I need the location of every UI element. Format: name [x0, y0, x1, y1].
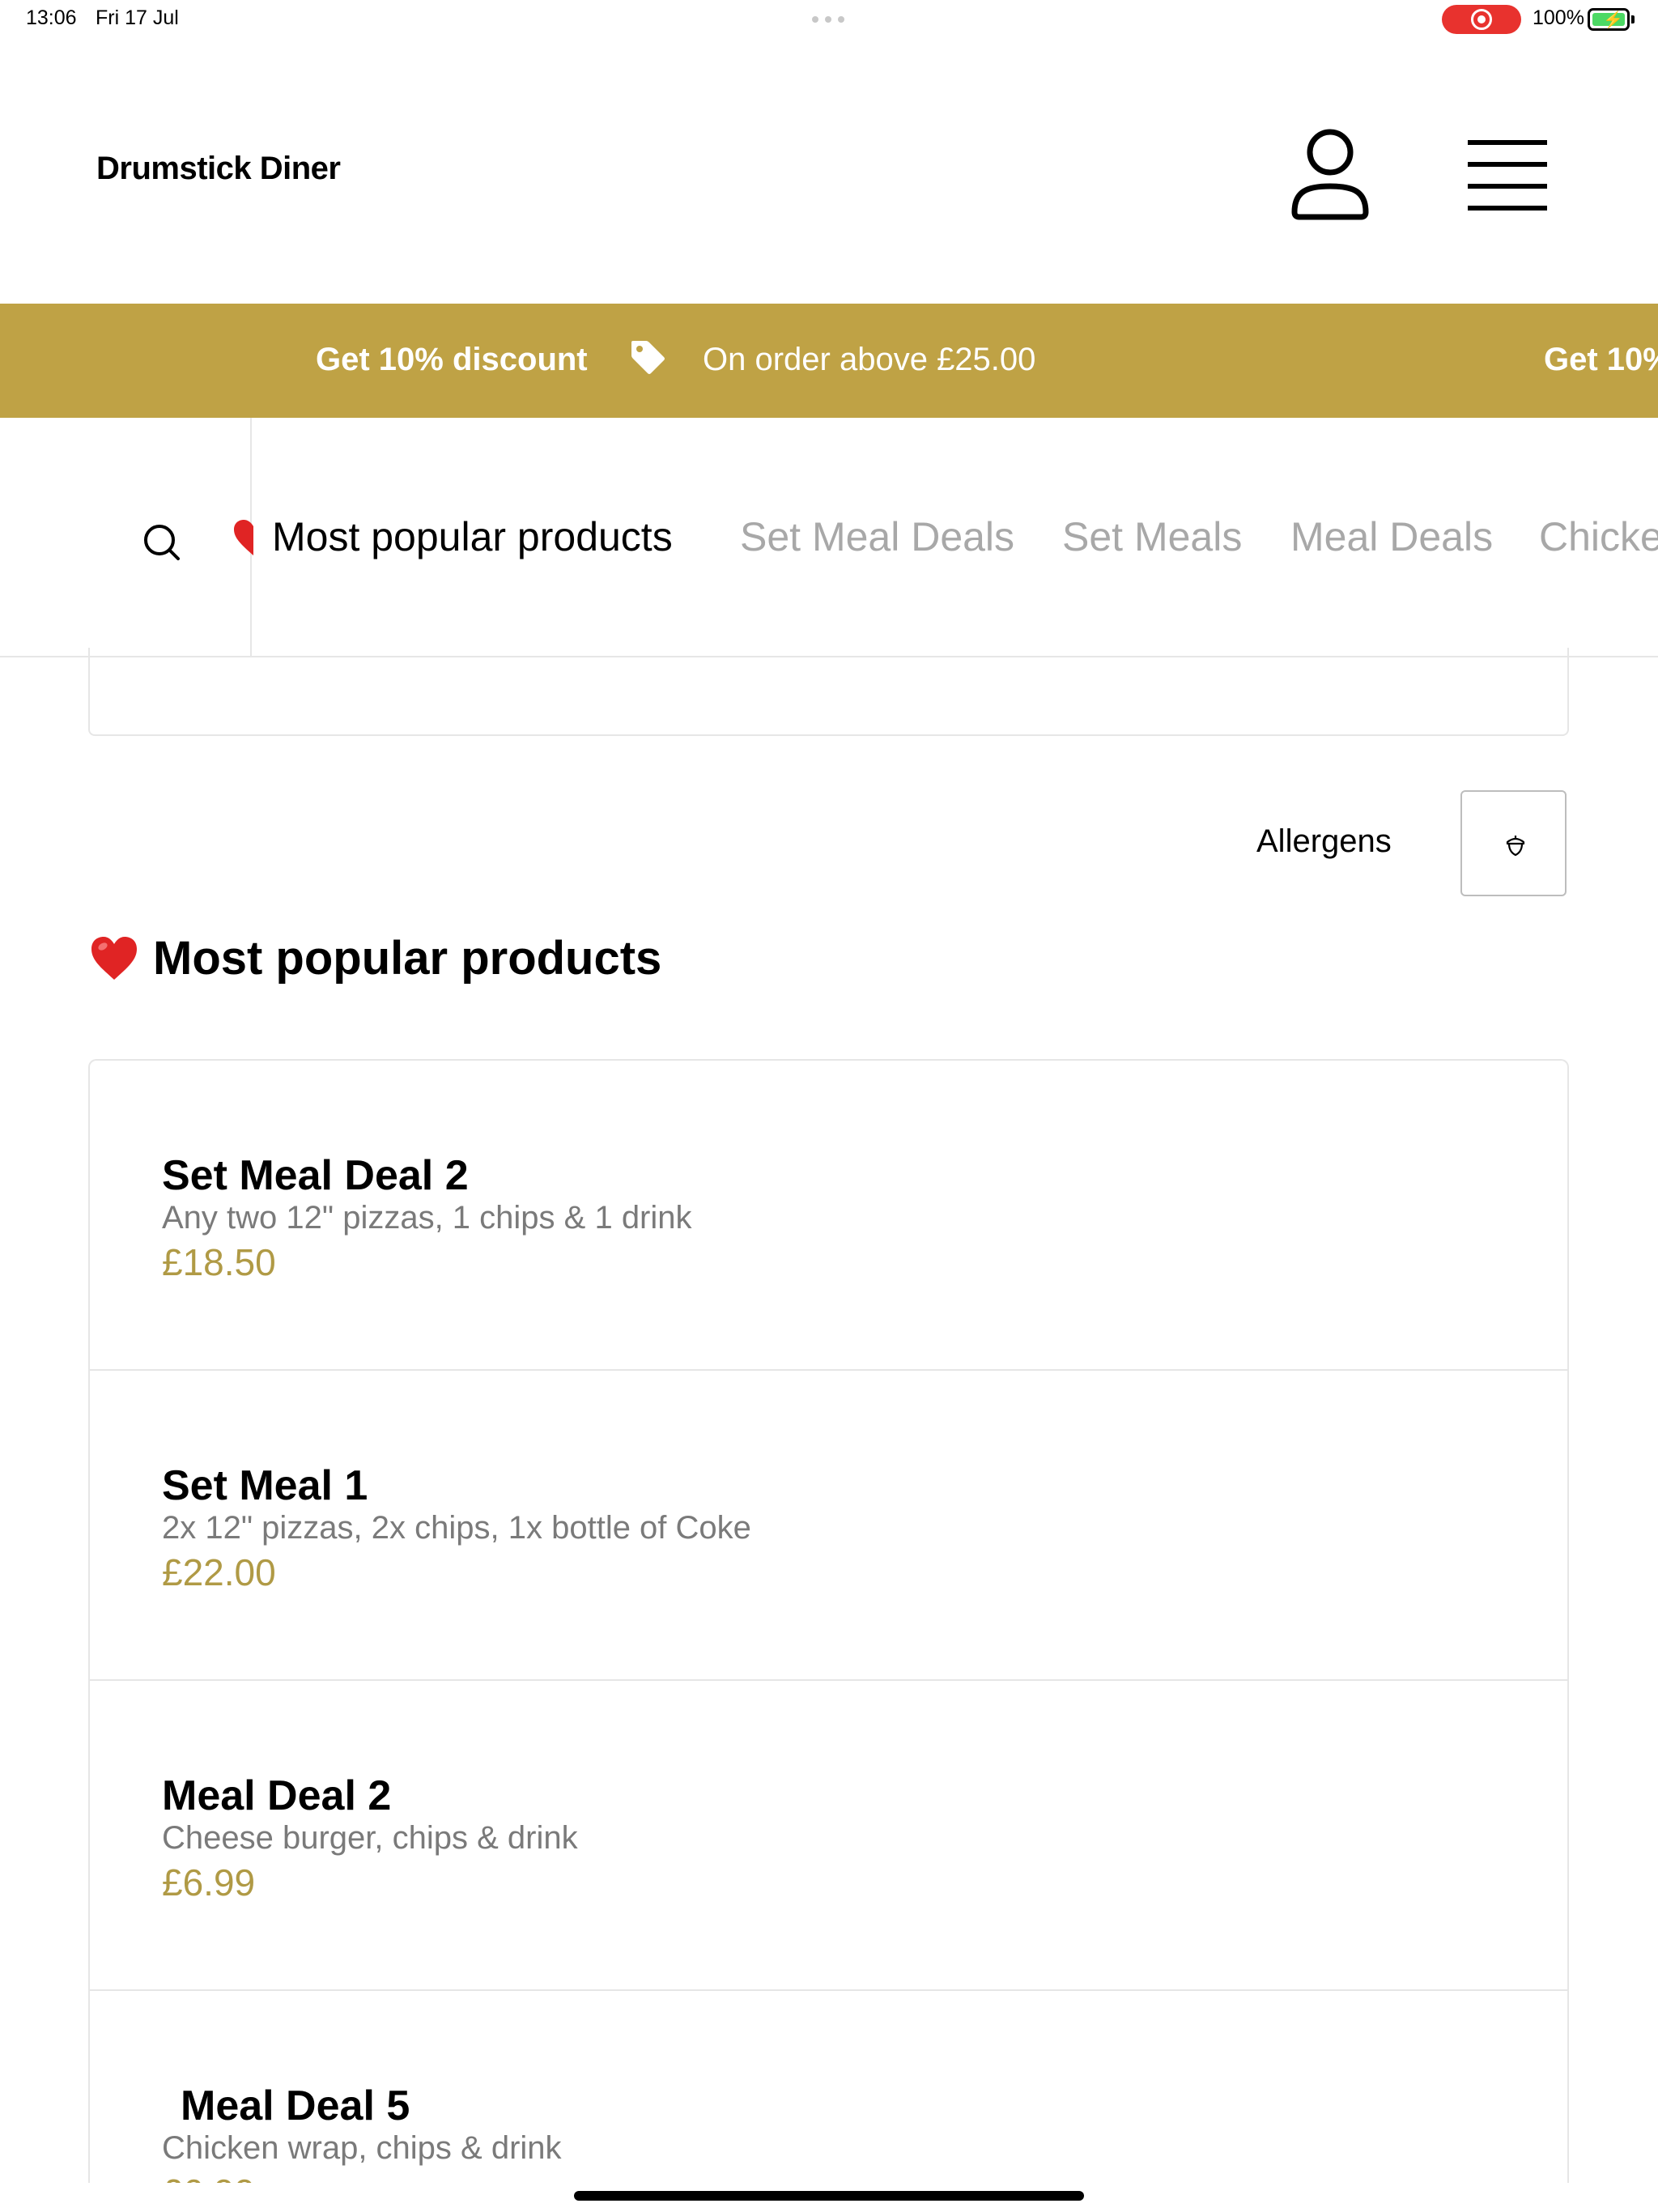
hamburger-menu-icon: [1468, 140, 1547, 211]
product-name: Set Meal Deal 2: [162, 1152, 469, 1199]
battery-cap: [1631, 15, 1635, 23]
product-card[interactable]: Set Meal Deal 2 Any two 12" pizzas, 1 ch…: [90, 1061, 1567, 1371]
home-indicator[interactable]: [574, 2191, 1084, 2201]
category-tabs: Most popular products Set Meal Deals Set…: [252, 418, 1658, 656]
product-name: Meal Deal 2: [162, 1772, 392, 1819]
product-description: Any two 12" pizzas, 1 chips & 1 drink: [162, 1200, 692, 1236]
product-name: Set Meal 1: [162, 1462, 368, 1509]
site-header: Drumstick Diner: [0, 40, 1658, 304]
tab-set-meals[interactable]: Set Meals: [1062, 513, 1242, 560]
allergens-label[interactable]: Allergens: [1256, 823, 1392, 860]
product-card[interactable]: Set Meal 1 2x 12" pizzas, 2x chips, 1x b…: [90, 1371, 1567, 1681]
tab-set-meal-deals[interactable]: Set Meal Deals: [740, 513, 1014, 560]
product-description: Cheese burger, chips & drink: [162, 1820, 578, 1856]
tab-most-popular[interactable]: Most popular products: [272, 513, 673, 560]
brand-name[interactable]: Drumstick Diner: [96, 151, 341, 187]
product-description: 2x 12" pizzas, 2x chips, 1x bottle of Co…: [162, 1510, 751, 1546]
promo-banner: Get 10% discount On order above £25.00 G…: [0, 304, 1658, 418]
product-list: Set Meal Deal 2 Any two 12" pizzas, 1 ch…: [88, 1059, 1569, 2183]
product-price: £6.99: [162, 1861, 256, 1904]
category-nav: Most popular products Set Meal Deals Set…: [0, 418, 1658, 657]
account-button[interactable]: [1290, 121, 1371, 227]
product-name: Meal Deal 5: [181, 2082, 410, 2129]
price-tag-icon: [631, 341, 665, 374]
search-button[interactable]: [138, 518, 186, 567]
promo-title: Get 10% discount: [316, 342, 588, 377]
battery-charging-icon: ⚡: [1588, 8, 1630, 31]
user-icon: [1291, 129, 1369, 220]
product-card[interactable]: Meal Deal 5 Chicken wrap, chips & drink …: [90, 1991, 1567, 2183]
menu-button[interactable]: [1464, 138, 1553, 219]
tab-heart-icon: [232, 518, 253, 559]
promo-subtitle: On order above £25.00: [703, 342, 1036, 377]
section-title: Most popular products: [153, 932, 662, 985]
screen-recording-icon[interactable]: [1442, 5, 1521, 34]
product-price: £6.99: [162, 2171, 255, 2183]
product-price: £18.50: [162, 1241, 276, 1283]
search-cell: [0, 418, 252, 656]
tab-chicken[interactable]: Chicke: [1539, 513, 1658, 560]
product-card[interactable]: Meal Deal 2 Cheese burger, chips & drink…: [90, 1681, 1567, 1991]
promo-title-repeat: Get 10%: [1544, 342, 1658, 377]
red-heart-icon: [91, 937, 137, 980]
product-price: £22.00: [162, 1551, 276, 1593]
allergens-button[interactable]: [1460, 790, 1567, 896]
tab-meal-deals[interactable]: Meal Deals: [1290, 513, 1493, 560]
status-bar: 13:06 Fri 17 Jul 100% ⚡: [0, 0, 1658, 40]
status-date: Fri 17 Jul: [96, 6, 179, 29]
info-card-bottom: [88, 648, 1569, 736]
multitasking-dots-icon[interactable]: [812, 16, 844, 23]
status-time: 13:06: [26, 6, 77, 29]
battery-percentage: 100%: [1533, 6, 1584, 29]
search-icon: [144, 525, 180, 560]
acorn-icon: [1506, 836, 1525, 857]
product-description: Chicken wrap, chips & drink: [162, 2130, 562, 2166]
